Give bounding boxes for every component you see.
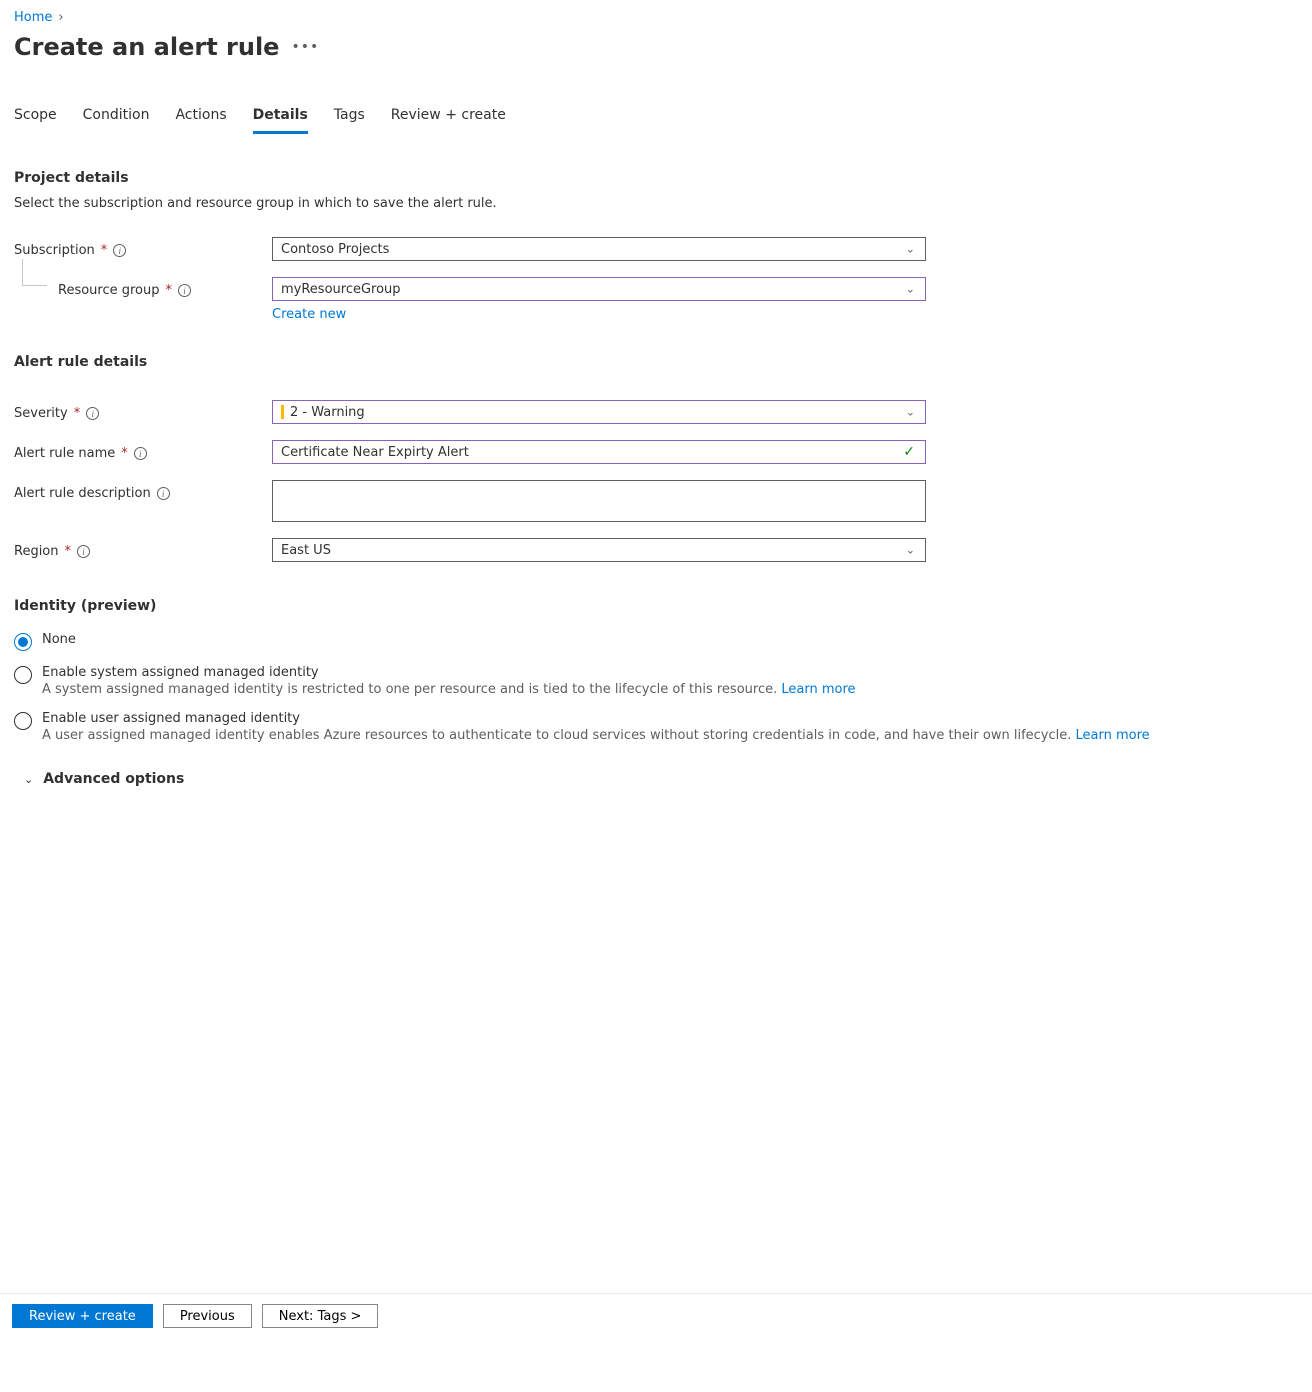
identity-heading: Identity (preview) bbox=[14, 598, 1292, 614]
info-icon[interactable]: i bbox=[86, 407, 99, 420]
breadcrumb-home[interactable]: Home bbox=[14, 10, 52, 25]
alert-rule-name-value: Certificate Near Expirty Alert bbox=[281, 445, 469, 460]
info-icon[interactable]: i bbox=[113, 244, 126, 257]
radio-label: None bbox=[42, 632, 1292, 647]
radio-identity-system[interactable]: Enable system assigned managed identity … bbox=[14, 665, 1292, 697]
info-icon[interactable]: i bbox=[134, 447, 147, 460]
advanced-options-label: Advanced options bbox=[43, 771, 184, 787]
chevron-down-icon: ⌄ bbox=[24, 773, 33, 786]
subscription-label: Subscription bbox=[14, 243, 95, 258]
chevron-down-icon: ⌄ bbox=[906, 243, 915, 256]
breadcrumb: Home › bbox=[14, 10, 1292, 25]
resource-group-label: Resource group bbox=[58, 283, 160, 298]
chevron-down-icon: ⌄ bbox=[906, 406, 915, 419]
project-details-desc: Select the subscription and resource gro… bbox=[14, 196, 1292, 211]
radio-icon[interactable] bbox=[14, 633, 32, 651]
radio-label: Enable system assigned managed identity bbox=[42, 665, 1292, 680]
subscription-value: Contoso Projects bbox=[281, 242, 389, 257]
resource-group-select[interactable]: myResourceGroup ⌄ bbox=[272, 277, 926, 301]
radio-identity-user[interactable]: Enable user assigned managed identity A … bbox=[14, 711, 1292, 743]
alert-rule-description-label: Alert rule description bbox=[14, 486, 151, 501]
advanced-options-toggle[interactable]: ⌄ Advanced options bbox=[24, 771, 1292, 787]
next-button[interactable]: Next: Tags > bbox=[262, 1304, 379, 1328]
create-new-link[interactable]: Create new bbox=[272, 307, 346, 322]
required-icon: * bbox=[121, 446, 128, 461]
chevron-right-icon: › bbox=[58, 10, 63, 25]
tab-scope[interactable]: Scope bbox=[14, 107, 57, 134]
tabs: Scope Condition Actions Details Tags Rev… bbox=[14, 107, 1292, 134]
alert-rule-name-label: Alert rule name bbox=[14, 446, 115, 461]
alert-rule-description-input[interactable] bbox=[272, 480, 926, 522]
tab-review[interactable]: Review + create bbox=[391, 107, 506, 134]
subscription-select[interactable]: Contoso Projects ⌄ bbox=[272, 237, 926, 261]
resource-group-value: myResourceGroup bbox=[281, 282, 401, 297]
severity-select[interactable]: 2 - Warning ⌄ bbox=[272, 400, 926, 424]
region-value: East US bbox=[281, 543, 331, 558]
info-icon[interactable]: i bbox=[157, 487, 170, 500]
project-details-heading: Project details bbox=[14, 170, 1292, 186]
severity-value: 2 - Warning bbox=[290, 405, 365, 420]
info-icon[interactable]: i bbox=[178, 284, 191, 297]
tab-details[interactable]: Details bbox=[253, 107, 308, 134]
required-icon: * bbox=[101, 243, 108, 258]
required-icon: * bbox=[74, 406, 81, 421]
learn-more-link[interactable]: Learn more bbox=[1076, 728, 1150, 743]
radio-description: A user assigned managed identity enables… bbox=[42, 728, 1292, 743]
review-create-button[interactable]: Review + create bbox=[12, 1304, 153, 1328]
alert-rule-details-heading: Alert rule details bbox=[14, 354, 1292, 370]
severity-label: Severity bbox=[14, 406, 68, 421]
more-icon[interactable]: ••• bbox=[291, 39, 319, 55]
tab-tags[interactable]: Tags bbox=[334, 107, 365, 134]
check-icon: ✓ bbox=[903, 444, 915, 460]
radio-label: Enable user assigned managed identity bbox=[42, 711, 1292, 726]
required-icon: * bbox=[65, 544, 72, 559]
alert-rule-name-input[interactable]: Certificate Near Expirty Alert ✓ bbox=[272, 440, 926, 464]
radio-identity-none[interactable]: None bbox=[14, 632, 1292, 651]
page-title: Create an alert rule bbox=[14, 33, 279, 61]
severity-color-icon bbox=[281, 405, 284, 419]
tab-actions[interactable]: Actions bbox=[175, 107, 226, 134]
chevron-down-icon: ⌄ bbox=[906, 544, 915, 557]
previous-button[interactable]: Previous bbox=[163, 1304, 252, 1328]
region-label: Region bbox=[14, 544, 59, 559]
learn-more-link[interactable]: Learn more bbox=[781, 682, 855, 697]
region-select[interactable]: East US ⌄ bbox=[272, 538, 926, 562]
required-icon: * bbox=[166, 283, 173, 298]
tab-condition[interactable]: Condition bbox=[83, 107, 150, 134]
radio-description: A system assigned managed identity is re… bbox=[42, 682, 1292, 697]
chevron-down-icon: ⌄ bbox=[906, 283, 915, 296]
radio-icon[interactable] bbox=[14, 712, 32, 730]
radio-icon[interactable] bbox=[14, 666, 32, 684]
footer-buttons: Review + create Previous Next: Tags > bbox=[0, 1293, 1312, 1338]
info-icon[interactable]: i bbox=[77, 545, 90, 558]
